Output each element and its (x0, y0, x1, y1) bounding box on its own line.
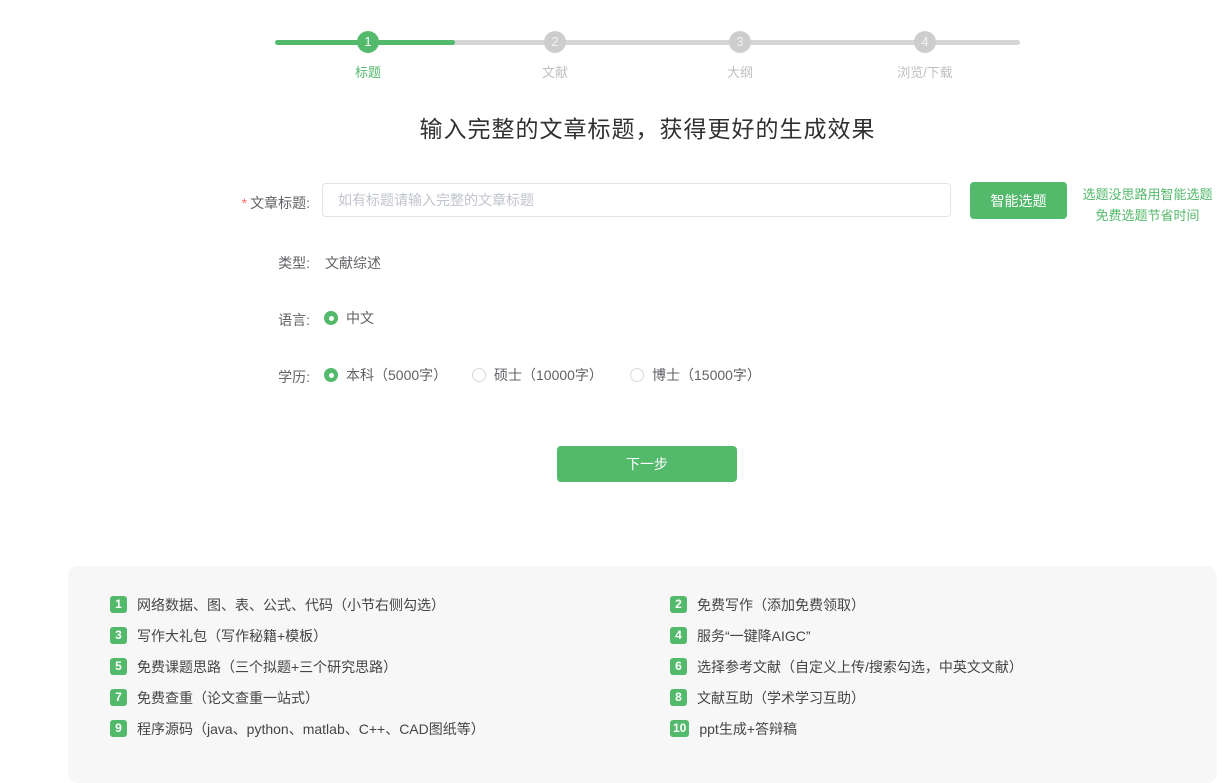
step-label-2: 文献 (541, 65, 568, 80)
type-label: 类型: (278, 255, 310, 271)
feature-panel: 1 网络数据、图、表、公式、代码（小节右侧勾选） 2 免费写作（添加免费领取） … (68, 566, 1217, 783)
article-title-label: * 文章标题: (180, 193, 310, 213)
step-outline: 3 大纲 (690, 31, 790, 81)
item-number-badge: 8 (670, 689, 687, 706)
promo-line-2: 免费选题节省时间 (1095, 208, 1200, 223)
item-number-badge: 4 (670, 627, 687, 644)
feature-item-8: 8 文献互助（学术学习互助） (670, 689, 1217, 706)
step-circle-4: 4 (914, 31, 936, 53)
radio-education-phd-label: 博士（15000字） (652, 367, 761, 383)
feature-item-5: 5 免费课题思路（三个拟题+三个研究思路） (110, 658, 670, 675)
item-number-badge: 1 (110, 596, 127, 613)
feature-item-6: 6 选择参考文献（自定义上传/搜索勾选，中英文文献） (670, 658, 1217, 675)
feature-item-7: 7 免费查重（论文查重一站式） (110, 689, 670, 706)
step-circle-3: 3 (729, 31, 751, 53)
smart-topic-button[interactable]: 智能选题 (970, 182, 1067, 219)
feature-text: 写作大礼包（写作秘籍+模板） (137, 627, 328, 644)
item-number-badge: 6 (670, 658, 687, 675)
step-literature: 2 文献 (505, 31, 605, 81)
feature-text: 免费写作（添加免费领取） (697, 596, 865, 613)
radio-checked-icon (324, 311, 338, 325)
feature-text: 程序源码（java、python、matlab、C++、CAD图纸等） (137, 720, 485, 737)
smart-topic-promo: 选题没思路用智能选题 免费选题节省时间 (1075, 184, 1220, 226)
radio-language-chinese-label: 中文 (346, 310, 374, 326)
next-step-button[interactable]: 下一步 (557, 446, 737, 482)
feature-item-1: 1 网络数据、图、表、公式、代码（小节右侧勾选） (110, 596, 670, 613)
item-number-badge: 3 (110, 627, 127, 644)
feature-item-9: 9 程序源码（java、python、matlab、C++、CAD图纸等） (110, 720, 670, 737)
feature-text: 免费课题思路（三个拟题+三个研究思路） (137, 658, 398, 675)
radio-education-bachelor-label: 本科（5000字） (346, 367, 448, 383)
step-label-1: 标题 (354, 65, 381, 80)
feature-item-10: 10 ppt生成+答辩稿 (670, 720, 1217, 737)
feature-text: 免费查重（论文查重一站式） (137, 689, 319, 706)
item-number-badge: 2 (670, 596, 687, 613)
radio-education-bachelor[interactable]: 本科（5000字） (324, 365, 447, 385)
feature-item-4: 4 服务“一键降AIGC” (670, 627, 1217, 644)
item-number-badge: 10 (670, 720, 690, 737)
type-value: 文献综述 (325, 255, 381, 271)
feature-text: 文献互助（学术学习互助） (697, 689, 865, 706)
promo-line-1: 选题没思路用智能选题 (1082, 187, 1213, 202)
feature-item-3: 3 写作大礼包（写作秘籍+模板） (110, 627, 670, 644)
radio-education-master-label: 硕士（10000字） (494, 367, 603, 383)
stepper: 1 标题 2 文献 3 大纲 4 浏览/下载 (275, 31, 1020, 81)
item-number-badge: 9 (110, 720, 127, 737)
feature-text: 选择参考文献（自定义上传/搜索勾选，中英文文献） (697, 658, 1023, 675)
item-number-badge: 7 (110, 689, 127, 706)
education-label: 学历: (278, 369, 310, 385)
radio-education-master[interactable]: 硕士（10000字） (472, 365, 603, 385)
article-title-label-text: 文章标题: (250, 195, 310, 211)
radio-education-phd[interactable]: 博士（15000字） (630, 365, 761, 385)
step-circle-1: 1 (357, 31, 379, 53)
article-title-input[interactable] (322, 183, 951, 217)
item-number-badge: 5 (110, 658, 127, 675)
feature-item-2: 2 免费写作（添加免费领取） (670, 596, 1217, 613)
feature-text: ppt生成+答辩稿 (699, 720, 797, 737)
radio-unchecked-icon (630, 368, 644, 382)
step-label-4: 浏览/下载 (897, 65, 953, 80)
feature-text: 服务“一键降AIGC” (697, 627, 811, 644)
radio-language-chinese[interactable]: 中文 (324, 308, 374, 328)
radio-unchecked-icon (472, 368, 486, 382)
language-label: 语言: (278, 312, 310, 328)
step-title: 1 标题 (318, 31, 418, 81)
step-circle-2: 2 (544, 31, 566, 53)
required-asterisk: * (241, 195, 248, 211)
feature-text: 网络数据、图、表、公式、代码（小节右侧勾选） (137, 596, 445, 613)
page-title: 输入完整的文章标题，获得更好的生成效果 (419, 116, 876, 142)
radio-checked-icon (324, 368, 338, 382)
step-label-3: 大纲 (726, 65, 753, 80)
step-browse-download: 4 浏览/下载 (875, 31, 975, 81)
